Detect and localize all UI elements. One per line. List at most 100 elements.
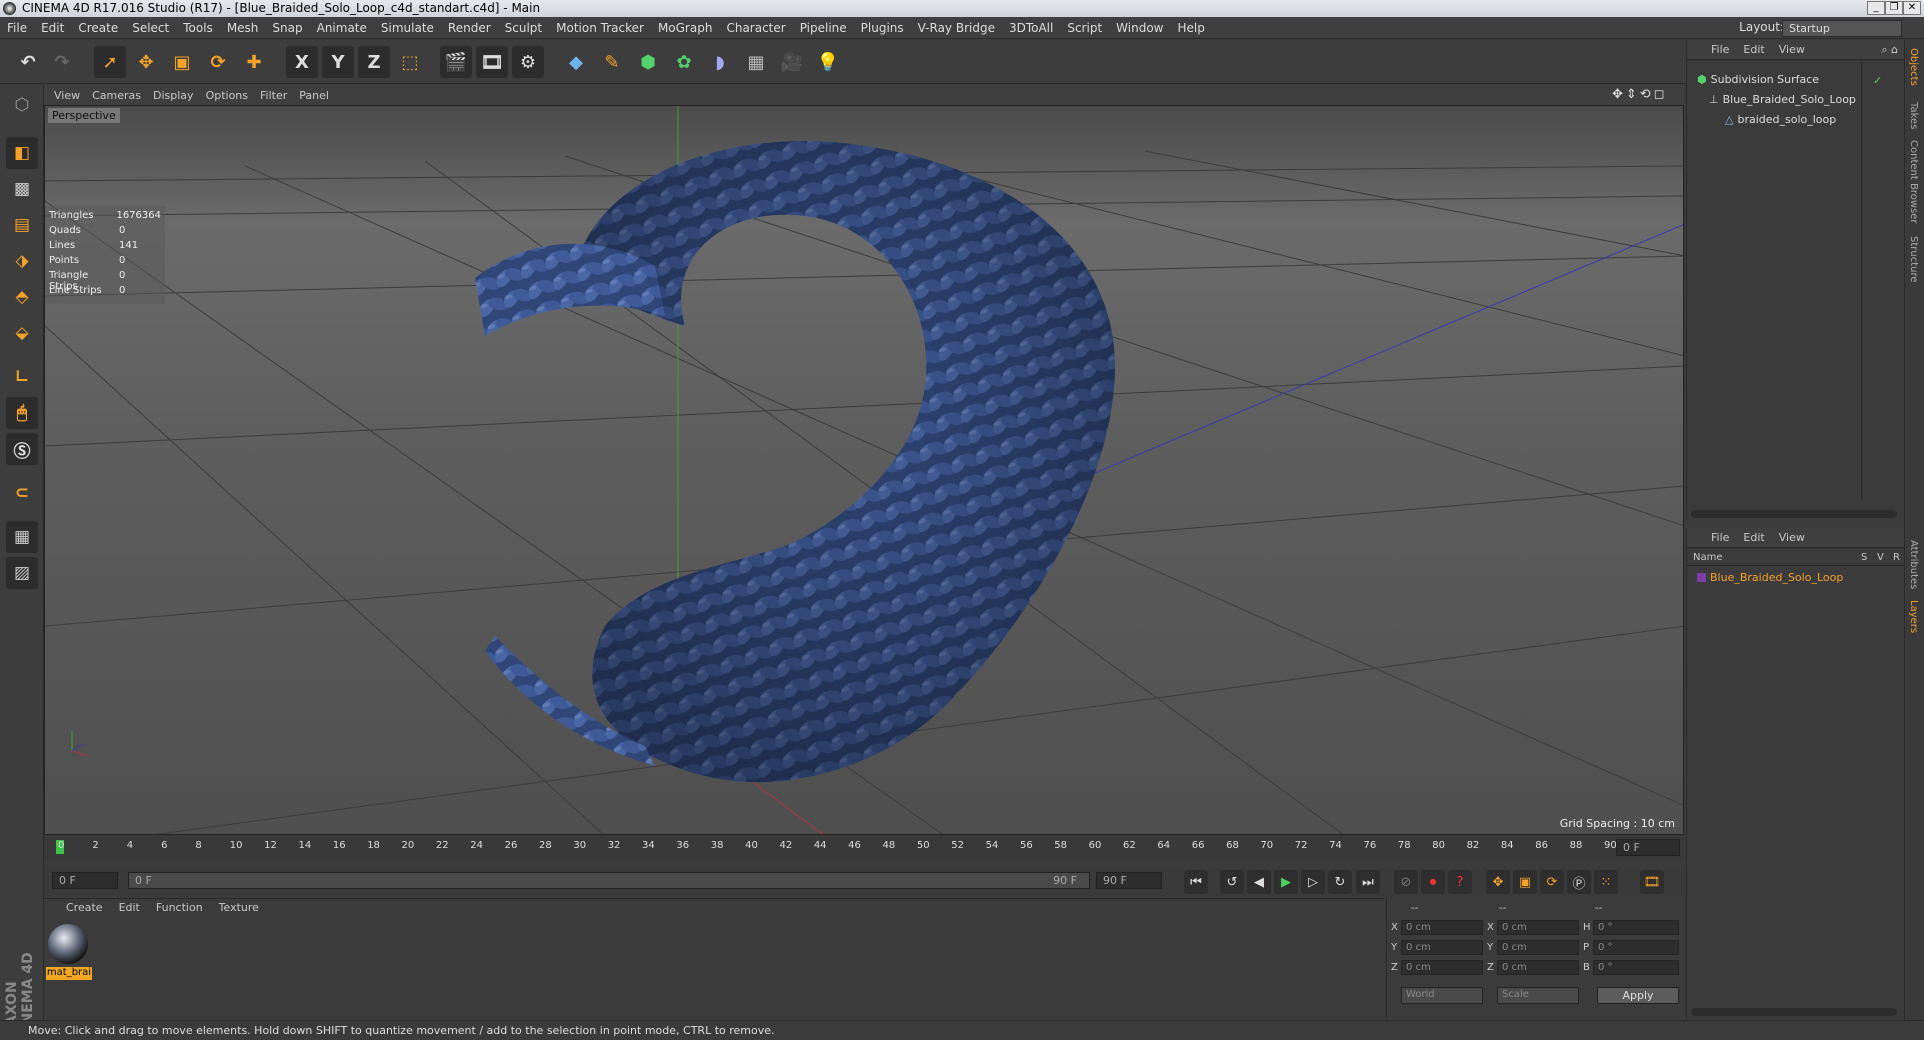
key-pla-icon[interactable]: ⁙ — [1594, 870, 1618, 894]
texture-mode-icon[interactable]: ▩ — [6, 173, 38, 205]
add-icon[interactable]: ✚ — [238, 46, 270, 78]
menu-snap[interactable]: Snap — [265, 21, 309, 35]
play-icon[interactable]: ▶ — [1274, 870, 1298, 894]
frame-range-slider[interactable]: 0 F 90 F — [128, 872, 1090, 889]
tab-content-browser[interactable]: Content Browser — [1908, 140, 1919, 223]
object-scrollbar[interactable] — [1691, 510, 1897, 518]
render-view-icon[interactable]: 🎬 — [440, 46, 472, 78]
light-icon[interactable]: 💡 — [812, 46, 844, 78]
timeline-window-icon[interactable]: 🎞 — [1640, 870, 1664, 894]
subdivision-surface-icon[interactable]: ⬢ — [632, 46, 664, 78]
size-y-field[interactable]: 0 cm — [1497, 940, 1579, 955]
coordinate-space-dropdown[interactable]: World — [1401, 987, 1483, 1004]
position-x-field[interactable]: 0 cm — [1401, 920, 1483, 935]
y-axis-lock-button[interactable]: Y — [322, 46, 354, 78]
keyframe-selection-icon[interactable]: ? — [1448, 870, 1472, 894]
previous-frame-icon[interactable]: ◀ — [1247, 870, 1271, 894]
key-position-icon[interactable]: ✥ — [1486, 870, 1510, 894]
tweak-mode-icon[interactable]: 🖱 — [6, 397, 38, 429]
undo-icon[interactable]: ↶ — [12, 46, 44, 78]
material-preview-sphere[interactable] — [48, 924, 88, 964]
layout-dropdown[interactable]: Startup — [1782, 20, 1902, 37]
menu-simulate[interactable]: Simulate — [374, 21, 441, 35]
autokey-icon[interactable]: ⏺ — [1421, 870, 1445, 894]
menu-animate[interactable]: Animate — [310, 21, 374, 35]
object-row-null[interactable]: ⊥ Blue_Braided_Solo_Loop — [1709, 90, 1856, 108]
object-menu-view[interactable]: View — [1779, 43, 1819, 56]
viewport-menu-options[interactable]: Options — [206, 89, 260, 102]
position-z-field[interactable]: 0 cm — [1401, 960, 1483, 975]
render-picture-viewer-icon[interactable]: 🎞 — [476, 46, 508, 78]
previous-key-icon[interactable]: ↺ — [1220, 870, 1244, 894]
menu-plugins[interactable]: Plugins — [854, 21, 911, 35]
menu-mograph[interactable]: MoGraph — [651, 21, 720, 35]
tab-layers[interactable]: Layers — [1908, 600, 1919, 633]
close-button[interactable]: ✕ — [1903, 1, 1921, 15]
viewport-camera-label[interactable]: Perspective — [48, 108, 120, 123]
workplane-icon[interactable]: ▤ — [6, 209, 38, 241]
tab-objects[interactable]: Objects — [1908, 48, 1919, 86]
viewport-menu-cameras[interactable]: Cameras — [92, 89, 153, 102]
viewport-menu-panel[interactable]: Panel — [299, 89, 341, 102]
magnet-icon[interactable]: ⊂ — [6, 477, 38, 509]
rotate-icon[interactable]: ⟳ — [202, 46, 234, 78]
go-to-end-icon[interactable]: ⏭ — [1356, 870, 1380, 894]
key-rotation-icon[interactable]: ⟳ — [1540, 870, 1564, 894]
render-settings-icon[interactable]: ⚙ — [512, 46, 544, 78]
menu-select[interactable]: Select — [125, 21, 176, 35]
object-search-icon[interactable]: ⌕ ⌂ — [1881, 43, 1904, 57]
layer-menu-file[interactable]: File — [1711, 531, 1743, 544]
viewport-menu-display[interactable]: Display — [153, 89, 206, 102]
object-row-subdivision[interactable]: ⬢ Subdivision Surface — [1697, 70, 1819, 88]
timeline-ruler[interactable]: 0 2 4 6 8 10 12 14 16 18 20 22 24 26 28 30 32 34 36 38 40 42 4… — [44, 837, 1684, 859]
cloner-icon[interactable]: ✿ — [668, 46, 700, 78]
menu-help[interactable]: Help — [1170, 21, 1211, 35]
deformer-icon[interactable]: ◗ — [704, 46, 736, 78]
layer-menu-view[interactable]: View — [1779, 531, 1819, 544]
menu-create[interactable]: Create — [71, 21, 125, 35]
viewport-menu-view[interactable]: View — [54, 89, 92, 102]
live-selection-icon[interactable]: ➚ — [94, 46, 126, 78]
end-frame-field[interactable]: 90 F — [1096, 872, 1162, 889]
menu-vray-bridge[interactable]: V-Ray Bridge — [911, 21, 1002, 35]
apply-button[interactable]: Apply — [1597, 987, 1679, 1004]
rotation-h-field[interactable]: 0 ° — [1593, 920, 1679, 935]
go-to-start-icon[interactable]: ⏮ — [1184, 870, 1208, 894]
menu-pipeline[interactable]: Pipeline — [793, 21, 854, 35]
size-x-field[interactable]: 0 cm — [1497, 920, 1579, 935]
object-menu-edit[interactable]: Edit — [1743, 43, 1778, 56]
tab-takes[interactable]: Takes — [1908, 102, 1919, 129]
layer-menu-edit[interactable]: Edit — [1743, 531, 1778, 544]
menu-character[interactable]: Character — [719, 21, 792, 35]
size-mode-dropdown[interactable]: Scale — [1497, 987, 1579, 1004]
tab-attributes[interactable]: Attributes — [1908, 540, 1919, 589]
layer-row[interactable]: Blue_Braided_Solo_Loop — [1697, 568, 1843, 586]
next-key-icon[interactable]: ↻ — [1328, 870, 1352, 894]
menu-file[interactable]: File — [0, 21, 34, 35]
pen-spline-icon[interactable]: ✎ — [596, 46, 628, 78]
minimize-button[interactable]: _ — [1867, 1, 1885, 15]
move-icon[interactable]: ✥ — [130, 46, 162, 78]
points-mode-icon[interactable]: ⬗ — [6, 245, 38, 277]
model-mode-icon[interactable]: ◧ — [6, 137, 38, 169]
menu-3dtoall[interactable]: 3DToAll — [1002, 21, 1060, 35]
material-menu-function[interactable]: Function — [156, 901, 219, 914]
menu-edit[interactable]: Edit — [34, 21, 71, 35]
tab-structure[interactable]: Structure — [1908, 236, 1919, 283]
layer-color-swatch[interactable] — [1697, 572, 1706, 582]
edges-mode-icon[interactable]: ⬘ — [6, 281, 38, 313]
material-name-label[interactable]: mat_brai — [46, 967, 92, 980]
menu-sculpt[interactable]: Sculpt — [498, 21, 549, 35]
menu-window[interactable]: Window — [1109, 21, 1170, 35]
menu-render[interactable]: Render — [441, 21, 498, 35]
scale-icon[interactable]: ▣ — [166, 46, 198, 78]
rotation-p-field[interactable]: 0 ° — [1593, 940, 1679, 955]
layer-scrollbar[interactable] — [1691, 1008, 1897, 1016]
planar-workplane-icon[interactable]: ▨ — [6, 557, 38, 589]
redo-icon[interactable]: ↷ — [46, 46, 78, 78]
camera-icon[interactable]: 🎥 — [776, 46, 808, 78]
make-editable-icon[interactable]: ⬡ — [6, 89, 38, 121]
viewport-nav-icons[interactable]: ✥⇕⟲◻ — [1612, 87, 1667, 102]
key-scale-icon[interactable]: ▣ — [1513, 870, 1537, 894]
polygons-mode-icon[interactable]: ⬙ — [6, 317, 38, 349]
